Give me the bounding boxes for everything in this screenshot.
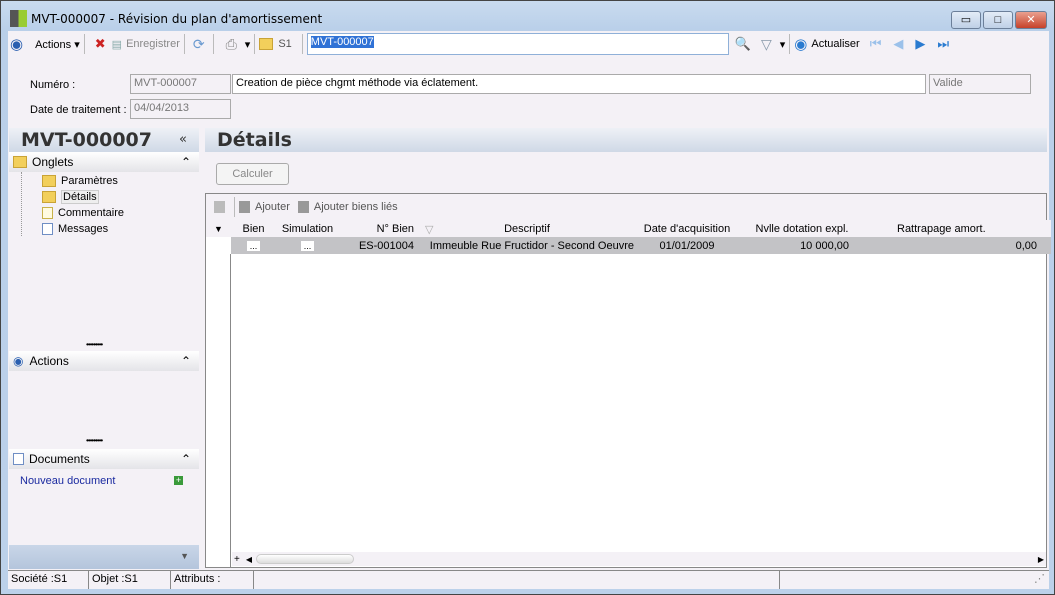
- filter-dropdown-icon[interactable]: ▾: [780, 38, 786, 51]
- splitter-handle[interactable]: •••••••••: [86, 436, 103, 445]
- bien-lookup-button[interactable]: ...: [246, 240, 261, 251]
- print-dropdown-icon[interactable]: ▾: [245, 38, 251, 51]
- export-icon[interactable]: [214, 201, 225, 213]
- add-icon[interactable]: +: [174, 476, 183, 485]
- first-record-icon[interactable]: ⏮: [870, 36, 882, 52]
- panel-menu-dropdown[interactable]: ▼: [9, 545, 199, 569]
- status-bar: Société :S1 Objet :S1 Attributs : ⋰: [8, 570, 1049, 589]
- tab-details[interactable]: Détails: [42, 189, 199, 205]
- tab-commentaire[interactable]: Commentaire: [42, 205, 199, 221]
- numero-label: Numéro :: [30, 79, 76, 91]
- app-icon: [10, 10, 27, 27]
- section-title: Détails: [205, 128, 1047, 152]
- print-icon[interactable]: ⎙: [226, 36, 237, 53]
- details-grid: ▼ Bien Simulation N° Bien ▽ Descriptif Da…: [206, 220, 1051, 254]
- grid-menu-icon[interactable]: ▼: [206, 220, 231, 237]
- actions-menu[interactable]: Actions ▾: [35, 38, 80, 51]
- search-input[interactable]: MVT-000007: [306, 33, 729, 55]
- cell-num: ES-001004: [358, 239, 414, 252]
- calculate-button[interactable]: Calculer: [216, 163, 289, 185]
- filter-icon[interactable]: ▽: [425, 223, 433, 236]
- add-icon: [239, 201, 250, 213]
- company-label[interactable]: S1: [278, 38, 291, 50]
- target-icon: ◉: [13, 354, 24, 368]
- add-row-icon[interactable]: +: [232, 554, 242, 565]
- scroll-left-icon[interactable]: ◀: [242, 555, 256, 564]
- table-row[interactable]: ... ... ES-001004 Immeuble Rue Fructidor…: [206, 237, 1051, 254]
- status-attributs: Attributs :: [171, 571, 254, 589]
- documents-section-header[interactable]: Documents ⌃: [9, 449, 199, 469]
- minimize-button[interactable]: ▭: [951, 11, 981, 29]
- record-title: MVT-000007: [21, 129, 152, 151]
- description-field[interactable]: Creation de pièce chgmt méthode via écla…: [232, 74, 926, 94]
- add-linked-button[interactable]: Ajouter biens liés: [314, 201, 398, 213]
- actions-section-header[interactable]: ◉ Actions ⌃: [9, 351, 199, 371]
- chevron-up-icon[interactable]: ⌃: [181, 155, 199, 169]
- previous-record-icon[interactable]: ◀: [893, 36, 903, 52]
- cell-rattrapage: 0,00: [1015, 239, 1037, 252]
- resize-grip-icon[interactable]: ⋰: [780, 571, 1049, 589]
- save-button[interactable]: Enregistrer: [126, 38, 180, 50]
- search-icon[interactable]: 🔍: [735, 36, 751, 52]
- sync-icon[interactable]: ⟳: [193, 36, 205, 53]
- close-button[interactable]: ✕: [1015, 11, 1047, 29]
- cell-dotation: 10 000,00: [800, 239, 849, 252]
- onglets-section-header[interactable]: Onglets ⌃: [9, 152, 199, 172]
- status-field: Valide: [929, 74, 1031, 94]
- collapse-panel-button[interactable]: «: [179, 129, 187, 151]
- target-icon[interactable]: ◉: [10, 35, 23, 53]
- maximize-button[interactable]: □: [983, 11, 1013, 29]
- column-header[interactable]: N° Bien: [339, 220, 417, 237]
- column-header[interactable]: Date d'acquisition: [637, 220, 737, 237]
- main-panel: Détails Calculer Ajouter Ajouter biens l…: [205, 128, 1051, 568]
- cell-date: 01/01/2009: [659, 239, 715, 252]
- date-field[interactable]: 04/04/2013: [130, 99, 231, 119]
- delete-icon[interactable]: ✖: [95, 36, 106, 52]
- refresh-icon[interactable]: ◉: [794, 35, 807, 53]
- numero-field[interactable]: MVT-000007: [130, 74, 231, 94]
- tab-parametres[interactable]: Paramètres: [42, 173, 199, 189]
- folder-icon: [13, 156, 27, 168]
- last-record-icon[interactable]: ⏭: [937, 36, 949, 52]
- column-header[interactable]: Rattrapage amort.: [867, 220, 1051, 237]
- toolbar: ◉ Actions ▾ ✖ ▤ Enregistrer ⟳ ⎙ ▾ S1 MVT…: [10, 31, 1050, 57]
- column-header[interactable]: Bien: [231, 220, 276, 237]
- new-document-link[interactable]: Nouveau document: [20, 475, 115, 487]
- scroll-right-icon[interactable]: ▶: [1038, 555, 1046, 564]
- chevron-up-icon[interactable]: ⌃: [181, 452, 199, 466]
- status-objet: Objet :S1: [89, 571, 171, 589]
- date-label: Date de traitement :: [30, 104, 127, 116]
- grid-container: Ajouter Ajouter biens liés ▼ Bien Simula…: [205, 193, 1051, 568]
- scroll-thumb[interactable]: [256, 554, 354, 564]
- left-panel: MVT-000007 « Onglets ⌃ Paramètres Détails …: [9, 128, 199, 569]
- splitter-handle[interactable]: •••••••••: [86, 340, 103, 349]
- tab-messages[interactable]: Messages: [42, 221, 199, 237]
- document-icon: [13, 453, 24, 465]
- folder-icon: [259, 38, 274, 50]
- simulation-lookup-button[interactable]: ...: [300, 240, 315, 251]
- column-header[interactable]: ▽ Descriptif: [417, 220, 637, 237]
- status-societe: Société :S1: [8, 571, 89, 589]
- refresh-button[interactable]: Actualiser: [811, 38, 859, 50]
- column-header[interactable]: Nvlle dotation expl.: [737, 220, 867, 237]
- column-header[interactable]: Simulation: [276, 220, 339, 237]
- chevron-up-icon[interactable]: ⌃: [181, 354, 199, 368]
- save-icon: ▤: [111, 38, 123, 51]
- add-button[interactable]: Ajouter: [255, 201, 290, 213]
- cell-desc: Immeuble Rue Fructidor - Second Oeuvre: [429, 239, 634, 252]
- window-title: MVT-000007 - Révision du plan d'amortiss…: [31, 12, 323, 26]
- application-window: MVT-000007 - Révision du plan d'amortiss…: [0, 0, 1055, 595]
- next-record-icon[interactable]: ▶: [915, 36, 925, 52]
- horizontal-scrollbar[interactable]: + ◀ ▶: [232, 552, 1046, 566]
- filter-icon[interactable]: ▽: [761, 36, 772, 53]
- add-linked-icon: [297, 201, 309, 213]
